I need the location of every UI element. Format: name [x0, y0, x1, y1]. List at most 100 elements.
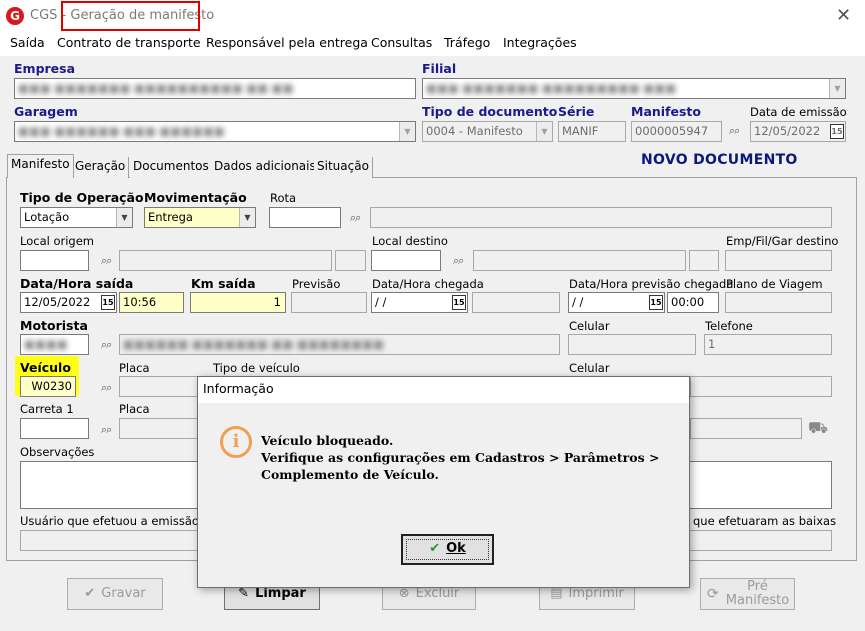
dialog-message: Veículo bloqueado. Verifique as configur… — [261, 432, 659, 483]
tipo-documento-select[interactable]: 0004 - Manifesto ▼ — [422, 121, 553, 142]
tab-documentos[interactable]: Documentos — [130, 157, 213, 178]
rota-description-field — [370, 207, 832, 228]
menu-trafego[interactable]: Tráfego — [444, 35, 490, 50]
menu-contrato-transporte[interactable]: Contrato de transporte — [57, 35, 201, 50]
calendar-icon[interactable]: 15 — [101, 295, 115, 310]
checkmark-icon: ✔ — [84, 586, 96, 601]
veiculo-label: Veículo — [20, 360, 71, 375]
celular-label: Celular — [569, 319, 610, 333]
serie-field[interactable]: MANIF — [558, 121, 626, 142]
chevron-down-icon[interactable]: ▼ — [536, 122, 552, 141]
carreta-extra-field — [690, 418, 802, 439]
local-destino-field[interactable] — [371, 250, 441, 271]
km-saida-field[interactable]: 1 — [190, 292, 286, 313]
placa2-label: Placa — [119, 402, 150, 416]
ok-button[interactable]: ✔ Ok — [401, 534, 494, 565]
data-emissao-field[interactable]: 12/05/2022 15 — [750, 121, 846, 142]
tab-manifesto[interactable]: Manifesto — [7, 154, 74, 178]
tab-geracao[interactable]: Geração — [72, 157, 130, 178]
menu-responsavel-entrega[interactable]: Responsável pela entrega — [206, 35, 368, 50]
focus-ring — [406, 539, 489, 560]
movimentacao-label: Movimentação — [144, 190, 247, 205]
status-badge: NOVO DOCUMENTO — [641, 152, 798, 168]
data-saida-label: Data/Hora saída — [20, 276, 134, 291]
gravar-button[interactable]: ✔ Gravar — [67, 578, 163, 610]
tab-situacao[interactable]: Situação — [314, 157, 373, 178]
binoculars-icon[interactable]: ⌕⌕ — [350, 211, 361, 225]
carreta-label: Carreta 1 — [20, 402, 74, 416]
chevron-down-icon[interactable]: ▼ — [829, 79, 845, 98]
previsao-field — [291, 292, 367, 313]
chevron-down-icon[interactable]: ▼ — [399, 122, 415, 141]
filial-field[interactable]: ■■■ ■■■■■■■ ■■■■■■■■■ ■■■ ▼ — [422, 78, 846, 99]
usuario-label: Usuário que efetuou a emissão — [20, 514, 199, 528]
refresh-icon: ⟳ — [707, 586, 719, 602]
data-emissao-label: Data de emissão — [750, 105, 847, 119]
binoculars-icon[interactable]: ⌕⌕ — [453, 254, 464, 268]
excluir-label: Excluir — [415, 586, 460, 601]
data-saida-value: 12/05/2022 — [24, 295, 91, 309]
km-saida-label: Km saída — [191, 276, 256, 291]
gravar-label: Gravar — [101, 586, 146, 601]
garagem-select[interactable]: ■■■ ■■■■■■ ■■■ ■■■■■■ ▼ — [14, 121, 416, 142]
menu-integracoes[interactable]: Integrações — [503, 35, 577, 50]
binoculars-icon[interactable]: ⌕⌕ — [101, 338, 112, 352]
garagem-value: ■■■ ■■■■■■ ■■■ ■■■■■■ — [18, 124, 225, 138]
motorista-label: Motorista — [20, 318, 88, 333]
data-chegada-field[interactable]: / / 15 — [371, 292, 468, 313]
menu-saida[interactable]: Saída — [10, 35, 45, 50]
hora-chegada-field — [472, 292, 560, 313]
truck-icon[interactable]: ⛟ — [808, 418, 828, 439]
tipo-documento-value: 0004 - Manifesto — [426, 124, 523, 138]
motorista-name-value: ■■■■■■ ■■■■■■■ ■■ ■■■■■■■■ — [123, 337, 384, 351]
veiculo-field[interactable]: W0230 — [20, 376, 76, 397]
motorista-field[interactable]: ■■■■ — [20, 334, 89, 355]
data-previsao-chegada-value: / / — [572, 295, 584, 309]
carreta-field[interactable] — [20, 418, 89, 439]
data-previsao-chegada-label: Data/Hora previsão chegada — [569, 277, 734, 291]
calendar-icon[interactable]: 15 — [830, 124, 844, 139]
baixas-label: que efetuaram as baixas — [693, 514, 837, 528]
data-previsao-chegada-field[interactable]: / / 15 — [568, 292, 665, 313]
motorista-code: ■■■■ — [24, 337, 68, 351]
manifesto-field[interactable]: 0000005947 — [631, 121, 722, 142]
celular2-label: Celular — [569, 361, 610, 375]
rota-label: Rota — [270, 191, 297, 205]
placa-field — [119, 376, 204, 397]
local-origem-field[interactable] — [20, 250, 89, 271]
chevron-down-icon[interactable]: ▼ — [239, 208, 255, 227]
binoculars-icon[interactable]: ⌕⌕ — [101, 254, 112, 268]
chevron-down-icon[interactable]: ▼ — [116, 208, 132, 227]
pre-manifesto-button[interactable]: ⟳ Pré Manifesto — [700, 578, 795, 610]
binoculars-icon[interactable]: ⌕⌕ — [101, 423, 112, 437]
dialog-message-line1: Veículo bloqueado. — [261, 433, 394, 448]
app-logo-icon: G — [6, 7, 24, 25]
local-origem-description — [119, 250, 332, 271]
calendar-icon[interactable]: 15 — [649, 295, 663, 310]
rota-field[interactable] — [269, 207, 341, 228]
emp-fil-gar-field — [725, 250, 832, 271]
tab-dados-adicionais[interactable]: Dados adicionais — [211, 157, 320, 178]
telefone-field: 1 — [704, 334, 832, 355]
menu-consultas[interactable]: Consultas — [371, 35, 432, 50]
manifesto-label: Manifesto — [631, 104, 701, 119]
info-icon: i — [220, 426, 252, 458]
binoculars-icon[interactable]: ⌕⌕ — [729, 124, 740, 138]
tipo-operacao-select[interactable]: Lotação ▼ — [20, 207, 133, 228]
plano-viagem-label: Plano de Viagem — [726, 277, 823, 291]
local-destino-label: Local destino — [372, 234, 448, 248]
filial-label: Filial — [422, 61, 457, 76]
telefone-label: Telefone — [705, 319, 753, 333]
movimentacao-select[interactable]: Entrega ▼ — [144, 207, 256, 228]
hora-previsao-chegada-field[interactable]: 00:00 — [667, 292, 719, 313]
close-icon[interactable]: ✕ — [836, 5, 851, 26]
empresa-field[interactable]: ■■■ ■■■■■■■ ■■■■■■■■■■ ■■ ■■ — [14, 78, 416, 99]
menu-bar: Saída Contrato de transporte Responsável… — [0, 32, 865, 54]
data-saida-field[interactable]: 12/05/2022 15 — [20, 292, 117, 313]
celular-field — [568, 334, 696, 355]
motorista-name: ■■■■■■ ■■■■■■■ ■■ ■■■■■■■■ — [119, 334, 560, 355]
binoculars-icon[interactable]: ⌕⌕ — [101, 381, 112, 395]
hora-saida-field[interactable]: 10:56 — [119, 292, 184, 313]
info-dialog: Informação i Veículo bloqueado. Verifiqu… — [197, 376, 690, 588]
calendar-icon[interactable]: 15 — [452, 295, 466, 310]
